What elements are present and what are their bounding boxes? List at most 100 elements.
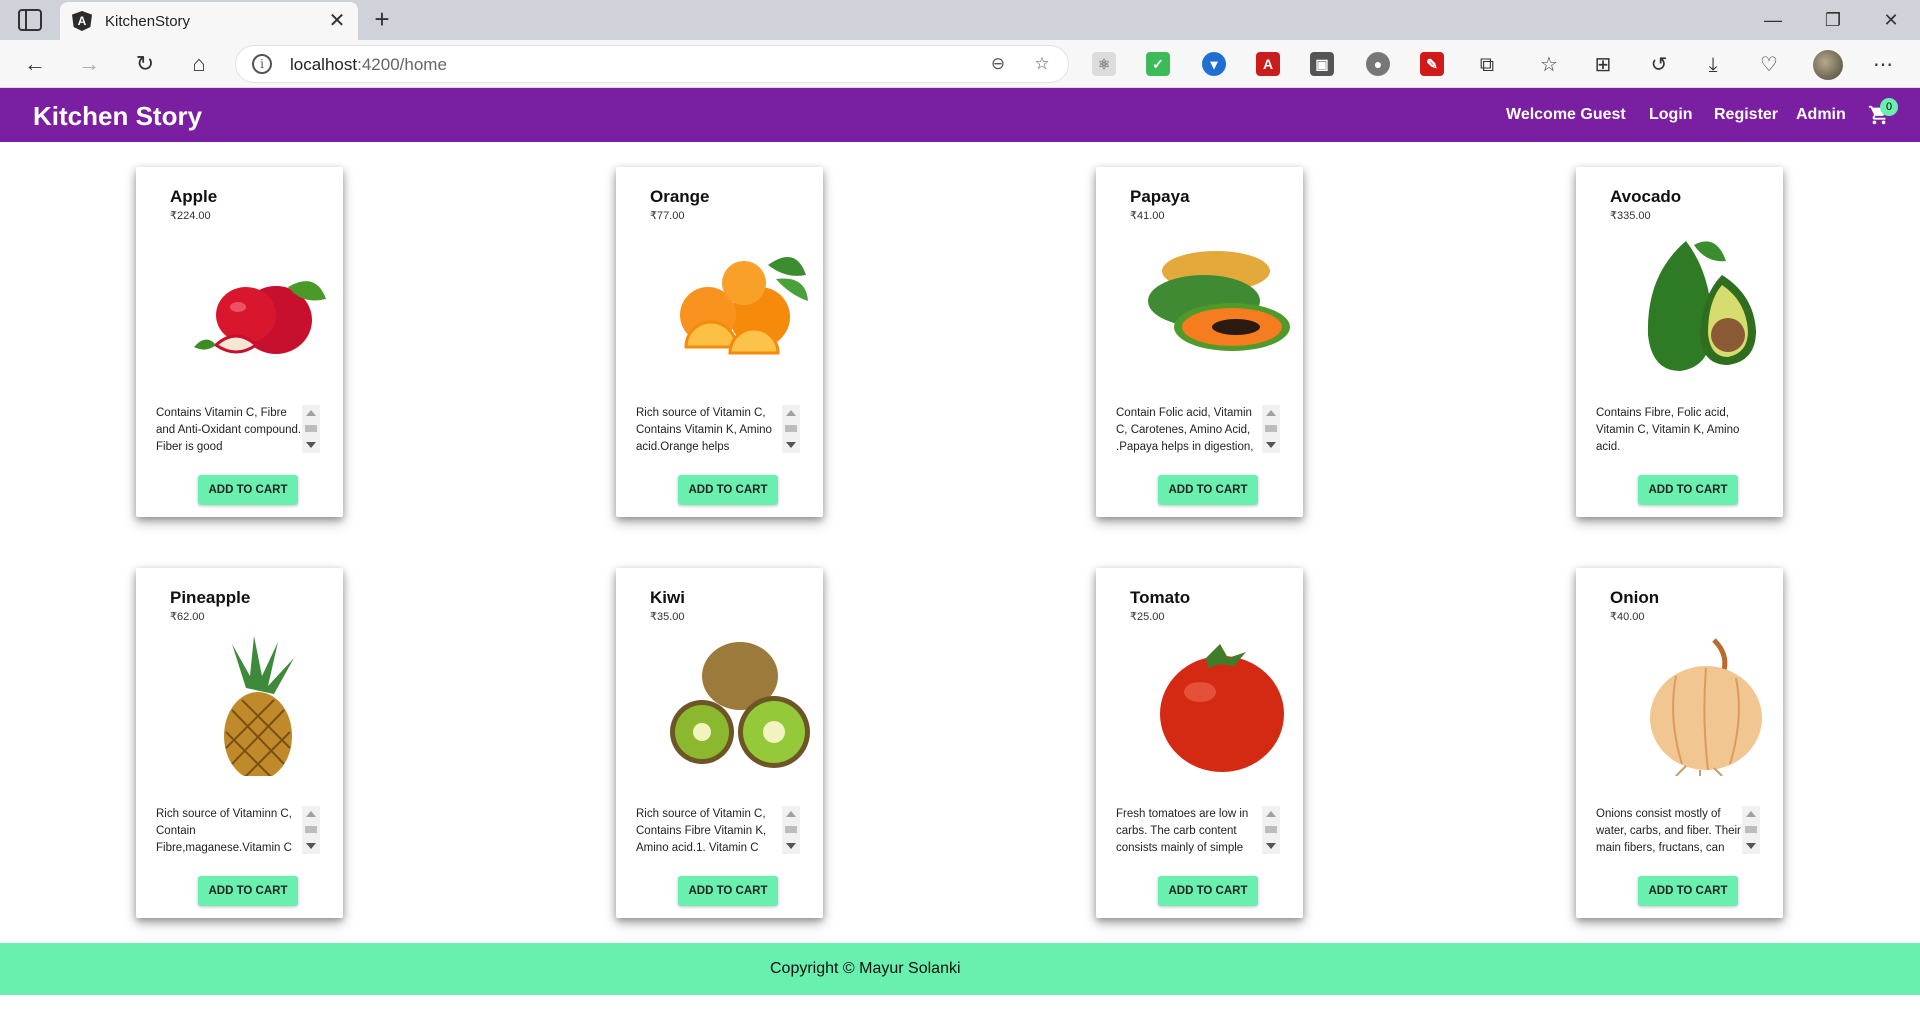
add-to-cart-button[interactable]: ADD TO CART	[678, 876, 778, 906]
site-info-icon[interactable]: i	[252, 54, 272, 74]
admin-link[interactable]: Admin	[1796, 106, 1846, 124]
profile-avatar[interactable]	[1813, 50, 1843, 80]
browser-toolbar: ← → ↻ ⌂ i localhost:4200/home ⊖ ☆ ⚛ ✓ ▾ …	[0, 40, 1920, 88]
description-scrollbar[interactable]	[782, 405, 800, 453]
description-scrollbar[interactable]	[782, 806, 800, 854]
address-bar[interactable]: i localhost:4200/home ⊖ ☆	[236, 46, 1068, 82]
pdf-extension-icon[interactable]: A	[1256, 52, 1280, 76]
refresh-icon[interactable]: ↻	[128, 48, 162, 80]
close-tab-icon[interactable]: ✕	[324, 8, 350, 34]
product-name: Onion	[1610, 588, 1660, 607]
description-scrollbar[interactable]	[1742, 806, 1760, 854]
add-to-cart-button[interactable]: ADD TO CART	[198, 876, 298, 906]
product-price: ₹77.00	[650, 210, 685, 222]
product-description[interactable]: Onions consist mostly of water, carbs, a…	[1596, 806, 1744, 854]
product-name: Orange	[650, 187, 710, 206]
favorites-icon[interactable]: ☆	[1536, 52, 1562, 78]
close-window-icon[interactable]: ✕	[1868, 6, 1914, 34]
apple-image	[194, 281, 326, 354]
new-tab-icon[interactable]: +	[366, 4, 398, 36]
extension-icon[interactable]: ▣	[1310, 52, 1334, 76]
description-scrollbar[interactable]	[1262, 405, 1280, 453]
product-price: ₹35.00	[650, 611, 685, 623]
product-price: ₹25.00	[1130, 611, 1165, 623]
product-description[interactable]: Contains Fibre, Folic acid, Vitamin C, V…	[1596, 405, 1744, 453]
product-card-pineapple: Pineapple ₹62.00 Rich source of Vitaminn…	[136, 568, 343, 918]
pineapple-image	[224, 636, 294, 776]
product-price: ₹41.00	[1130, 210, 1165, 222]
product-description[interactable]: Rich source of Vitaminn C, Contain Fibre…	[156, 806, 304, 854]
product-name: Avocado	[1610, 187, 1682, 206]
add-to-cart-button[interactable]: ADD TO CART	[198, 475, 298, 505]
product-price: ₹224.00	[170, 210, 211, 222]
copyright-text: Copyright © Mayur Solanki	[770, 960, 961, 977]
product-card-onion: Onion ₹40.00 Onions consist mostly of wa…	[1576, 568, 1783, 918]
download-extension-icon[interactable]: ▾	[1202, 52, 1226, 76]
product-description[interactable]: Contain Folic acid, Vitamin C, Carotenes…	[1116, 405, 1264, 453]
avocado-image	[1647, 241, 1756, 371]
tool-extension-icon[interactable]: ✎	[1420, 52, 1444, 76]
product-name: Tomato	[1130, 588, 1191, 607]
url-text[interactable]: localhost:4200/home	[290, 55, 447, 75]
more-menu-icon[interactable]: ⋯	[1870, 52, 1896, 78]
product-price: ₹335.00	[1610, 210, 1651, 222]
description-scrollbar[interactable]	[302, 405, 320, 453]
add-to-cart-button[interactable]: ADD TO CART	[1638, 475, 1738, 505]
login-link[interactable]: Login	[1649, 106, 1693, 124]
downloads-icon[interactable]: ⤓	[1700, 52, 1726, 78]
forward-icon[interactable]: →	[72, 48, 106, 80]
extensions-icon[interactable]: ⧉	[1474, 52, 1500, 78]
add-favorite-icon[interactable]: ☆	[1030, 52, 1054, 76]
product-card-avocado: Avocado ₹335.00 Contains Fibre, Folic ac…	[1576, 167, 1783, 517]
back-icon[interactable]: ←	[18, 48, 52, 80]
product-price: ₹62.00	[170, 611, 205, 623]
shield-extension-icon[interactable]: ✓	[1146, 52, 1170, 76]
product-description[interactable]: Fresh tomatoes are low in carbs. The car…	[1116, 806, 1264, 854]
product-name: Papaya	[1130, 187, 1190, 206]
product-name: Kiwi	[650, 588, 685, 607]
product-card-papaya: Papaya ₹41.00 Contain Folic acid, Vitami…	[1096, 167, 1303, 517]
collections-icon[interactable]: ⊞	[1590, 52, 1616, 78]
add-to-cart-button[interactable]: ADD TO CART	[678, 475, 778, 505]
tab-actions-icon[interactable]	[18, 9, 42, 31]
papaya-image	[1148, 251, 1290, 351]
history-icon[interactable]: ↺	[1646, 52, 1672, 78]
restore-icon[interactable]: ❐	[1810, 6, 1856, 34]
circle-extension-icon[interactable]: ●	[1366, 52, 1390, 76]
performance-icon[interactable]: ♡	[1756, 52, 1782, 78]
tab-title: KitchenStory	[105, 13, 191, 30]
product-card-orange: Orange ₹77.00 Rich source of Vitamin C, …	[616, 167, 823, 517]
angular-favicon-icon: A	[72, 11, 92, 31]
register-link[interactable]: Register	[1714, 106, 1778, 124]
minimize-icon[interactable]: —	[1750, 6, 1796, 34]
app-header: Kitchen Story Welcome Guest Login Regist…	[0, 88, 1920, 142]
description-scrollbar[interactable]	[302, 806, 320, 854]
product-card-apple: Apple ₹224.00 Contains Vitamin C, Fibre …	[136, 167, 343, 517]
page-bottom	[0, 995, 1920, 1013]
product-card-tomato: Tomato ₹25.00 Fresh tomatoes are low in …	[1096, 568, 1303, 918]
product-description[interactable]: Contains Vitamin C, Fibre and Anti-Oxida…	[156, 405, 304, 453]
orange-image	[680, 257, 808, 355]
brand-title[interactable]: Kitchen Story	[33, 101, 202, 132]
browser-tab-bar: A KitchenStory ✕ + — ❐ ✕	[0, 0, 1920, 40]
product-description[interactable]: Rich source of Vitamin C, Contains Vitam…	[636, 405, 784, 453]
onion-image	[1650, 638, 1762, 776]
home-icon[interactable]: ⌂	[182, 48, 216, 80]
description-scrollbar[interactable]	[1262, 806, 1280, 854]
browser-tab[interactable]: A KitchenStory ✕	[60, 2, 358, 40]
welcome-text: Welcome Guest	[1506, 106, 1626, 123]
tomato-image	[1160, 644, 1284, 772]
footer: Copyright © Mayur Solanki	[0, 943, 1920, 995]
zoom-out-icon[interactable]: ⊖	[986, 52, 1010, 76]
product-name: Apple	[170, 187, 218, 206]
product-name: Pineapple	[170, 588, 251, 607]
add-to-cart-button[interactable]: ADD TO CART	[1638, 876, 1738, 906]
add-to-cart-button[interactable]: ADD TO CART	[1158, 876, 1258, 906]
kiwi-image	[670, 642, 810, 768]
product-card-kiwi: Kiwi ₹35.00 Rich source of Vitamin C, Co…	[616, 568, 823, 918]
product-description[interactable]: Rich source of Vitamin C, Contains Fibre…	[636, 806, 784, 854]
cart-count-badge: 0	[1880, 98, 1898, 116]
add-to-cart-button[interactable]: ADD TO CART	[1158, 475, 1258, 505]
react-devtools-icon[interactable]: ⚛	[1092, 52, 1116, 76]
product-price: ₹40.00	[1610, 611, 1645, 623]
